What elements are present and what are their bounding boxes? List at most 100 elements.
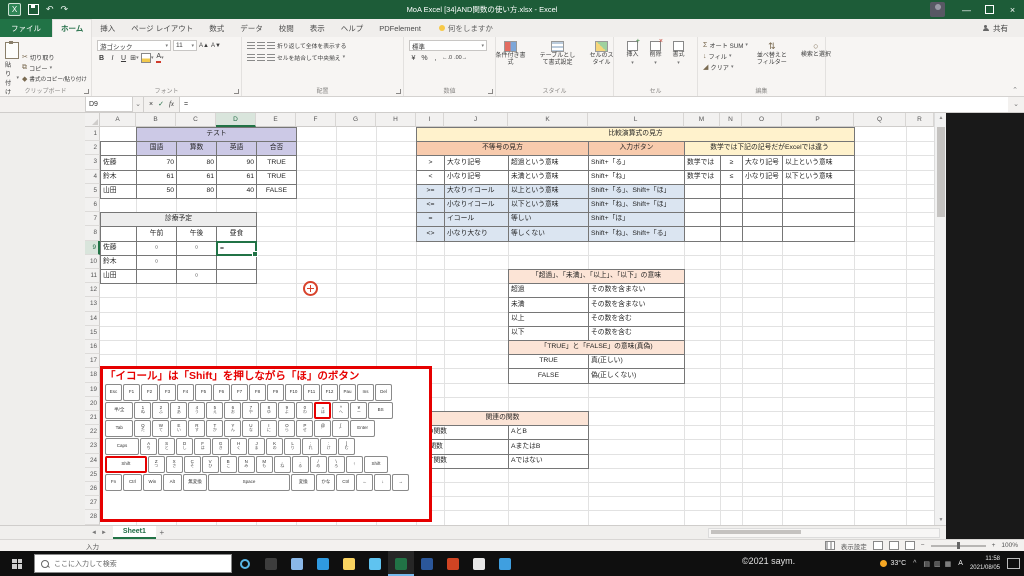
ribbon-tab-review[interactable]: 校閲 [271, 19, 302, 37]
cell-K17[interactable]: TRUE [508, 354, 589, 369]
column-header-L[interactable]: L [588, 113, 684, 127]
taskbar-icon-file-explorer[interactable] [336, 551, 362, 576]
insert-function-icon[interactable]: fx [169, 100, 174, 108]
tell-me-box[interactable]: 何をしますか [439, 19, 493, 37]
cell-A7[interactable]: 診療予定 [100, 212, 257, 227]
fill-color-button[interactable]: ▾ [141, 53, 154, 63]
currency-button[interactable]: ¥ [409, 53, 418, 63]
increase-decimal-button[interactable]: ←.0 [442, 53, 452, 63]
italic-button[interactable]: I [108, 53, 117, 63]
ribbon-tab-formulas[interactable]: 数式 [201, 19, 232, 37]
zoom-slider[interactable] [931, 545, 986, 547]
alignment-dialog-launcher[interactable] [396, 89, 401, 94]
taskbar-icon-photos[interactable] [492, 551, 518, 576]
tray-icon-1[interactable]: ▤ [923, 560, 930, 568]
column-header-N[interactable]: N [720, 113, 742, 127]
expand-formula-bar-icon[interactable]: ⌄ [1008, 96, 1024, 112]
cell-M5[interactable] [684, 184, 721, 199]
taskbar-icon-mail[interactable] [284, 551, 310, 576]
add-sheet-button[interactable]: + [156, 526, 168, 539]
row-header-19[interactable]: 19 [85, 383, 100, 397]
cell-L17[interactable]: 真(正しい) [588, 354, 685, 369]
cell-O3[interactable]: 大なり記号 [742, 155, 783, 170]
cell-A4[interactable]: 鈴木 [100, 170, 137, 185]
cell-K16[interactable]: 「TRUE」と「FALSE」の意味(真偽) [508, 340, 685, 355]
row-header-3[interactable]: 3 [85, 155, 100, 169]
cell-L6[interactable]: Shift+「ね」、Shift+「ほ」 [588, 198, 685, 213]
font-size-combo[interactable]: 11▾ [173, 40, 197, 51]
percent-button[interactable]: % [420, 53, 429, 63]
formula-input[interactable]: = [180, 96, 1008, 112]
cell-C9[interactable]: ○ [176, 241, 217, 256]
cell-B5[interactable]: 50 [136, 184, 177, 199]
cell-M4[interactable]: 数学では [684, 170, 721, 185]
row-header-20[interactable]: 20 [85, 397, 100, 411]
row-header-10[interactable]: 10 [85, 255, 100, 269]
row-header-14[interactable]: 14 [85, 312, 100, 326]
row-header-6[interactable]: 6 [85, 198, 100, 212]
cell-K8[interactable]: 等しくない [508, 226, 589, 241]
align-middle-icon[interactable] [257, 42, 265, 49]
column-header-Q[interactable]: Q [854, 113, 906, 127]
sheet-tab-sheet1[interactable]: Sheet1 [113, 526, 156, 539]
cell-B9[interactable]: ○ [136, 241, 177, 256]
vertical-scroll-thumb[interactable] [937, 127, 945, 217]
copy-button[interactable]: ⧉コピー▾ [22, 63, 87, 73]
cell-P6[interactable] [782, 198, 855, 213]
cell-P5[interactable] [782, 184, 855, 199]
save-icon[interactable] [28, 4, 39, 15]
cell-C10[interactable] [176, 255, 217, 270]
align-left-icon[interactable] [247, 54, 255, 61]
cell-C2[interactable]: 算数 [176, 141, 217, 156]
cell-M2[interactable]: 数学では下記の記号だがExcelでは違う [684, 141, 855, 156]
zoom-out-button[interactable]: − [921, 542, 925, 549]
decrease-decimal-button[interactable]: .00→ [454, 53, 467, 63]
cell-E5[interactable]: FALSE [256, 184, 297, 199]
cell-N8[interactable] [720, 226, 743, 241]
cell-M8[interactable] [684, 226, 721, 241]
number-format-combo[interactable]: 標準▾ [409, 40, 487, 51]
font-name-combo[interactable]: 游ゴシック▾ [97, 40, 171, 51]
cell-K22[interactable]: AとB [508, 425, 589, 440]
cell-N7[interactable] [720, 212, 743, 227]
cell-I6[interactable]: <= [416, 198, 445, 213]
cancel-entry-icon[interactable]: × [149, 101, 153, 108]
cell-L4[interactable]: Shift+「ね」 [588, 170, 685, 185]
cell-A2[interactable] [100, 141, 137, 156]
cell-K15[interactable]: 以下 [508, 326, 589, 341]
cell-D3[interactable]: 90 [216, 155, 257, 170]
cell-M7[interactable] [684, 212, 721, 227]
tray-icon-3[interactable]: ▦ [945, 560, 952, 568]
taskbar-icon-chrome[interactable] [466, 551, 492, 576]
row-header-12[interactable]: 12 [85, 283, 100, 297]
cell-J4[interactable]: 小なり記号 [444, 170, 509, 185]
format-cells-button[interactable]: 書式▾ [670, 40, 688, 67]
cell-L13[interactable]: その数を含まない [588, 297, 685, 312]
cell-I1[interactable]: 比較演算式の見方 [416, 127, 855, 142]
row-header-8[interactable]: 8 [85, 226, 100, 240]
row-header-24[interactable]: 24 [85, 454, 100, 468]
cell-L14[interactable]: その数を含む [588, 312, 685, 327]
cell-P3[interactable]: 以上という意味 [782, 155, 855, 170]
cell-L2[interactable]: 入力ボタン [588, 141, 685, 156]
row-header-28[interactable]: 28 [85, 510, 100, 524]
cell-D8[interactable]: 昼食 [216, 226, 257, 241]
shrink-font-button[interactable]: A▼ [211, 41, 221, 51]
tray-expand-icon[interactable]: ^ [913, 560, 916, 567]
row-header-25[interactable]: 25 [85, 468, 100, 482]
cut-button[interactable]: ✂切り取り [22, 52, 87, 62]
cell-L15[interactable]: その数を含む [588, 326, 685, 341]
cell-I21[interactable]: 関連の関数 [416, 411, 589, 426]
column-header-C[interactable]: C [176, 113, 216, 127]
name-box-dropdown-icon[interactable]: ⌄ [133, 96, 144, 112]
cell-E4[interactable]: TRUE [256, 170, 297, 185]
cell-O5[interactable] [742, 184, 783, 199]
ribbon-tab-insert[interactable]: 挿入 [92, 19, 123, 37]
cell-K13[interactable]: 未満 [508, 297, 589, 312]
cell-K5[interactable]: 以上という意味 [508, 184, 589, 199]
column-header-F[interactable]: F [296, 113, 336, 127]
collapse-ribbon-icon[interactable]: ⌃ [1012, 86, 1018, 94]
cell-K18[interactable]: FALSE [508, 368, 589, 383]
row-header-27[interactable]: 27 [85, 496, 100, 510]
cell-J8[interactable]: 小なり大なり [444, 226, 509, 241]
